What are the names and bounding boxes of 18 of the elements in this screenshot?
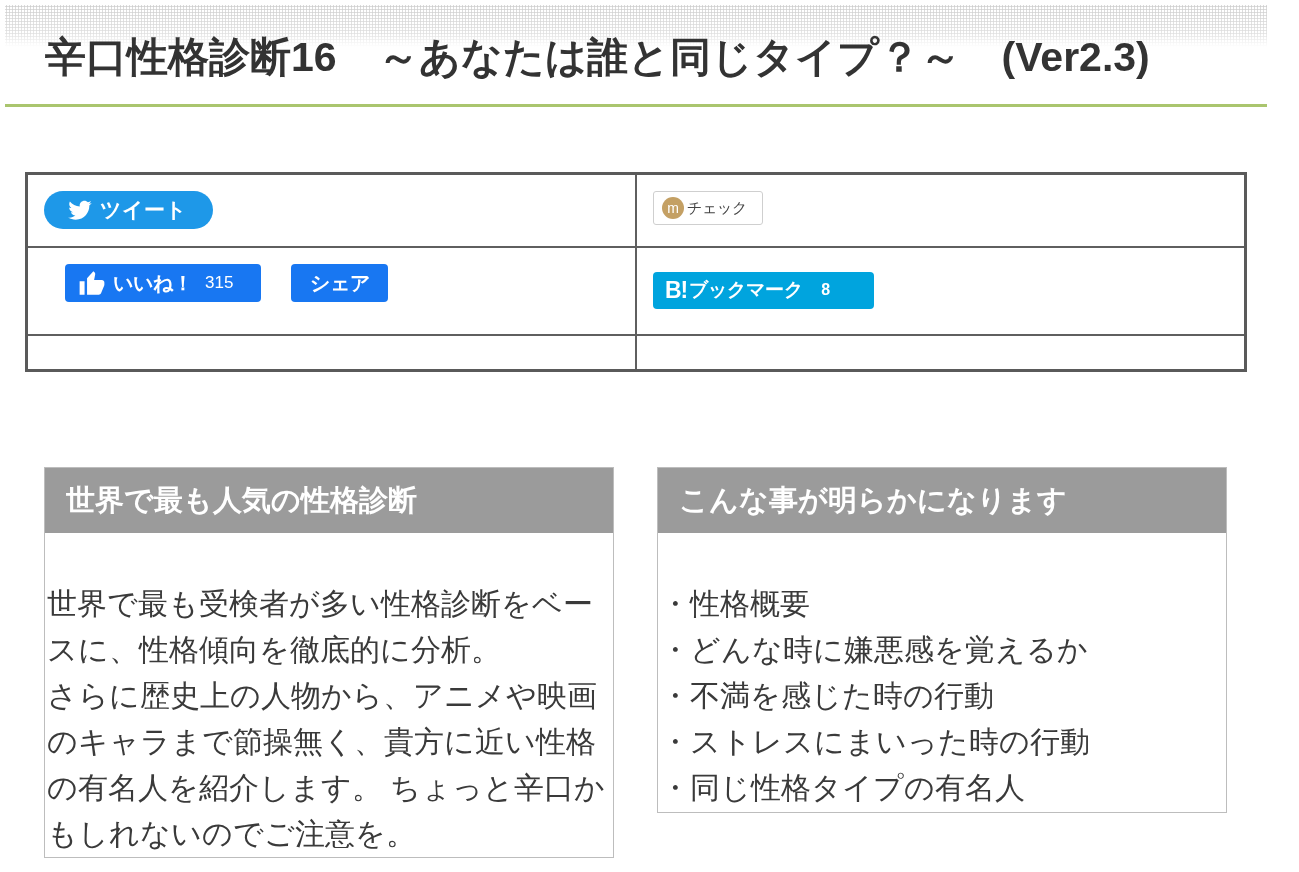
like-button[interactable]: いいね！ 315 — [65, 263, 261, 302]
list-item: ・不満を感じた時の行動 — [660, 678, 995, 714]
list-item: ・どんな時に嫌悪感を覚えるか — [660, 632, 1089, 668]
letter-logo: m — [662, 197, 684, 219]
panel-heading: 世界で最も人気の性格診断 — [45, 468, 613, 533]
list-item: ・ストレスにまいった時の行動 — [660, 724, 1091, 760]
check-button[interactable]: m チェック — [653, 191, 763, 225]
panel-text: 世界で最も受検者が多い性格診断をベースに、性格傾向を徹底的に分析。 — [47, 586, 594, 668]
thumbs-up-icon — [79, 270, 105, 295]
share-button[interactable]: シェア — [291, 263, 388, 302]
panel-heading: こんな事が明らかになります — [658, 468, 1226, 533]
tweet-button[interactable]: ツイート — [44, 191, 213, 229]
bird-icon — [68, 200, 92, 220]
panel-text: さらに歴史上の人物から、アニメや映画のキャラまで節操無く、貴方に近い性格の有名人を紹介します。 ちょっと辛口かもしれないのでご注意を。 — [47, 678, 607, 852]
page-title: 辛口性格診断16 ～あなたは誰と同じタイプ？～ (Ver2.3) — [45, 33, 1150, 81]
bookmark-button[interactable]: B!ブックマーク 8 — [653, 271, 874, 309]
list-item: ・性格概要 — [660, 586, 811, 622]
list-item: ・同じ性格タイプの有名人 — [660, 770, 1026, 806]
